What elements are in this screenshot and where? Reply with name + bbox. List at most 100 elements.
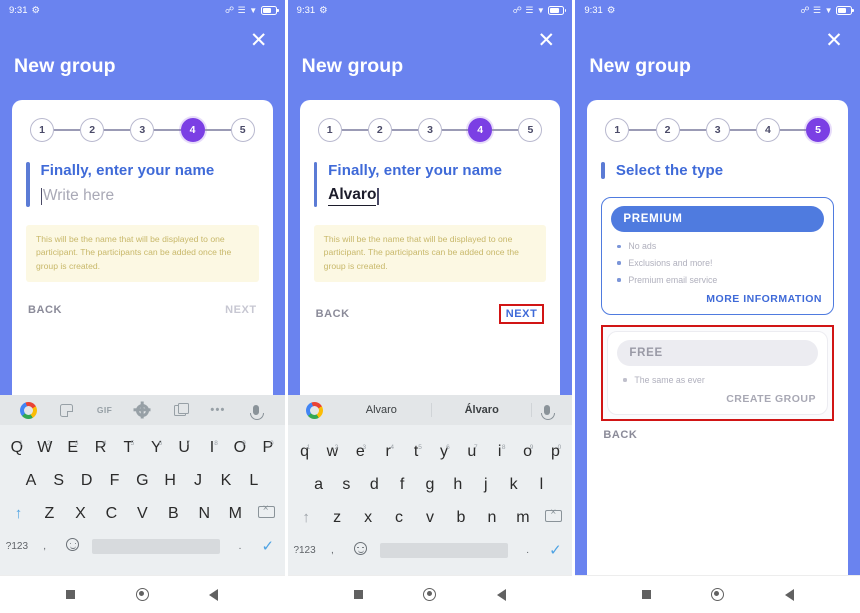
key-D[interactable]: D [73,472,101,490]
back-triangle-icon[interactable] [784,588,794,601]
name-input[interactable]: Alvaro [328,185,546,207]
comma-key[interactable]: , [31,541,59,552]
key-O[interactable]: 9O [226,439,254,457]
mic-icon[interactable] [237,395,275,425]
step-4[interactable]: 4 [468,118,493,142]
key-s[interactable]: s [333,476,361,494]
key-a[interactable]: a [305,476,333,494]
key-N[interactable]: N [189,505,220,523]
period-key[interactable]: . [514,545,542,556]
sticker-icon[interactable] [48,395,86,425]
google-logo-icon[interactable] [10,395,48,425]
back-triangle-icon[interactable] [497,588,507,601]
key-r[interactable]: 4r [374,443,402,461]
suggestion-1[interactable]: Alvaro [332,404,431,416]
key-X[interactable]: X [65,505,96,523]
step-3[interactable]: 3 [130,118,155,142]
key-W[interactable]: 2W [31,439,59,457]
create-group-button[interactable]: CREATE GROUP [617,392,818,406]
shift-key[interactable]: ↑ [291,509,322,527]
enter-check-icon[interactable]: ✓ [542,541,570,560]
step-1[interactable]: 1 [605,118,630,142]
key-m[interactable]: m [507,509,538,527]
key-u[interactable]: 7u [458,443,486,461]
step-3[interactable]: 3 [418,118,443,142]
backspace-icon[interactable] [251,503,282,523]
step-5[interactable]: 5 [806,118,831,142]
mic-icon[interactable] [532,405,562,420]
key-h[interactable]: h [444,476,472,494]
key-K[interactable]: K [212,472,240,490]
name-input[interactable]: Write here [40,185,259,207]
close-icon[interactable]: ✕ [247,28,271,52]
key-U[interactable]: 7U [170,439,198,457]
key-i[interactable]: 8i [486,443,514,461]
step-5[interactable]: 5 [518,118,543,142]
symbols-key[interactable]: ?123 [3,541,31,552]
key-d[interactable]: d [360,476,388,494]
google-logo-icon[interactable] [298,401,332,419]
home-circle-icon[interactable] [423,588,437,601]
key-q[interactable]: 1q [291,443,319,461]
key-n[interactable]: n [476,509,507,527]
key-C[interactable]: C [96,505,127,523]
onscreen-keyboard-1[interactable]: GIF ••• 1Q 2W 3E 4R 5T 6Y 7U 8I 9 O 0 P … [0,395,285,575]
emoji-icon[interactable] [346,541,374,560]
enter-check-icon[interactable]: ✓ [254,537,282,556]
key-p[interactable]: 0p [542,443,570,461]
recents-square-icon[interactable] [641,590,651,599]
key-T[interactable]: 5T [114,439,142,457]
symbols-key[interactable]: ?123 [291,545,319,556]
backspace-icon[interactable] [538,507,569,527]
key-o[interactable]: 9o [514,443,542,461]
key-G[interactable]: G [128,472,156,490]
plan-card-free[interactable]: FREE The same as ever CREATE GROUP [607,330,829,415]
next-button[interactable]: NEXT [225,304,257,316]
gear-icon[interactable] [123,395,161,425]
more-information-button[interactable]: MORE INFORMATION [611,292,824,306]
next-button[interactable]: NEXT [498,303,545,324]
step-2[interactable]: 2 [80,118,105,142]
space-key[interactable] [380,543,508,558]
key-x[interactable]: x [353,509,384,527]
back-button[interactable]: BACK [603,429,637,441]
step-1[interactable]: 1 [30,118,54,142]
step-4[interactable]: 4 [755,118,780,142]
key-Z[interactable]: Z [34,505,65,523]
step-2[interactable]: 2 [655,118,680,142]
key-e[interactable]: 3e [346,443,374,461]
gif-icon[interactable]: GIF [86,395,124,425]
key-B[interactable]: B [158,505,189,523]
key-L[interactable]: L [240,472,268,490]
key-l[interactable]: l [528,476,556,494]
key-Q[interactable]: 1Q [3,439,31,457]
step-3[interactable]: 3 [705,118,730,142]
key-V[interactable]: V [127,505,158,523]
more-dots-icon[interactable]: ••• [199,395,237,425]
suggestion-2[interactable]: Álvaro [432,404,531,416]
onscreen-keyboard-2[interactable]: Alvaro Álvaro 1q 2w 3e 4r 5t 6y 7u 8 i 9… [287,395,573,575]
recents-square-icon[interactable] [353,590,363,599]
plan-card-premium[interactable]: PREMIUM No ads Exclusions and more! Prem… [601,197,835,315]
close-icon[interactable]: ✕ [534,28,558,52]
key-I[interactable]: 8I [198,439,226,457]
step-1[interactable]: 1 [317,118,342,142]
back-triangle-icon[interactable] [209,588,219,601]
key-y[interactable]: 6y [430,443,458,461]
key-A[interactable]: A [17,472,45,490]
key-z[interactable]: z [322,509,353,527]
key-E[interactable]: 3E [59,439,87,457]
key-Y[interactable]: 6Y [142,439,170,457]
home-circle-icon[interactable] [711,588,725,601]
key-w[interactable]: 2w [319,443,347,461]
key-H[interactable]: H [156,472,184,490]
period-key[interactable]: . [226,541,254,552]
key-M[interactable]: M [220,505,251,523]
emoji-icon[interactable] [59,537,87,556]
key-k[interactable]: k [500,476,528,494]
key-F[interactable]: F [101,472,129,490]
close-icon[interactable]: ✕ [822,28,846,52]
key-t[interactable]: 5t [402,443,430,461]
key-c[interactable]: c [384,509,415,527]
key-S[interactable]: S [45,472,73,490]
